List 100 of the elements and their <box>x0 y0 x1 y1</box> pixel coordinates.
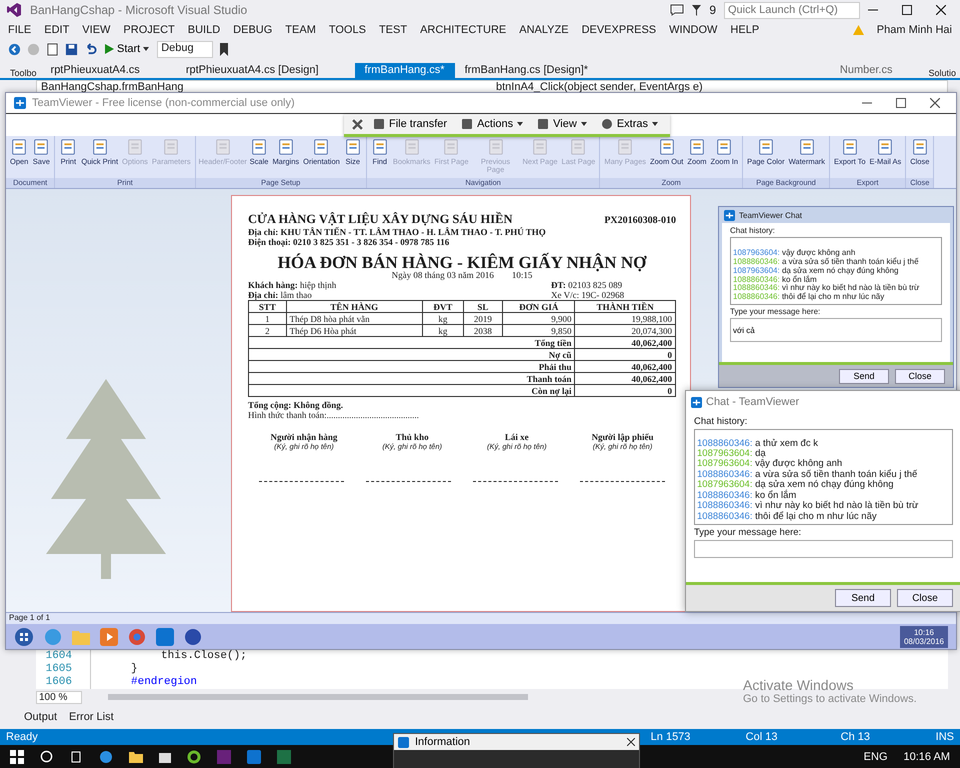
chat-message: 1087963604: dạ sửa xem nó chạy đúng không <box>697 480 895 490</box>
sender-id: 1088860346: <box>697 468 752 480</box>
menu-item[interactable]: TEST <box>378 24 408 36</box>
close-button[interactable]: Close <box>897 589 953 607</box>
new-file-icon[interactable] <box>46 42 59 56</box>
menu-item[interactable]: BUILD <box>188 24 220 36</box>
column-header: TÊN HÀNG <box>286 300 422 312</box>
back-icon[interactable] <box>8 42 21 56</box>
document-icon <box>840 138 859 156</box>
message-input[interactable] <box>694 540 953 558</box>
document-icon <box>910 138 929 156</box>
menu-item[interactable]: EDIT <box>44 24 70 36</box>
chat-message: 1088860346: a thử xem đc k <box>697 438 819 449</box>
round-app-icon[interactable] <box>184 628 202 646</box>
maximize-icon[interactable] <box>902 5 912 15</box>
user-name[interactable]: Pham Minh Hai <box>876 24 952 36</box>
menu-item[interactable]: ARCHITECTURE <box>420 24 506 36</box>
play-icon[interactable] <box>100 628 118 646</box>
app-logo-icon <box>691 396 702 408</box>
menu-item[interactable]: PROJECT <box>123 24 175 36</box>
save-icon[interactable] <box>65 42 78 56</box>
clock[interactable]: 10:16 AM <box>904 750 950 762</box>
language-indicator[interactable]: ENG <box>864 750 888 762</box>
undo-icon[interactable] <box>84 42 97 56</box>
speech-bubble-icon[interactable] <box>670 4 684 16</box>
toolbar-button[interactable]: Actions <box>457 118 528 130</box>
zoom-dropdown[interactable]: 100 % <box>36 690 82 704</box>
document-icon <box>59 138 78 156</box>
menu-item[interactable]: TOOLS <box>328 24 366 36</box>
search-circle-icon[interactable] <box>40 750 53 763</box>
vehicle-number: Xe V/c: 19C- 02968 <box>551 290 626 300</box>
chat-message: 1087963604: dạ sửa xem nó chạy đúng không <box>733 266 900 275</box>
field-label: Khách hàng: <box>248 280 298 290</box>
document-tab[interactable]: frmBanHang.cs* <box>354 63 455 78</box>
document-icon <box>312 138 330 156</box>
chat-message: 1087963604: vậy được không anh <box>733 249 856 258</box>
close-icon[interactable] <box>936 5 946 15</box>
panel-tab[interactable]: Error List <box>69 711 114 725</box>
windows-logo-icon[interactable] <box>10 750 24 764</box>
menu-item[interactable]: HELP <box>730 24 760 36</box>
maximize-icon[interactable] <box>896 98 906 108</box>
toolbar-button[interactable]: View <box>533 118 591 130</box>
menu-item[interactable]: DEBUG <box>233 24 272 36</box>
sender-id: 1087963604: <box>733 266 780 275</box>
member-dropdown[interactable]: btnInA4_Click(object sender, EventArgs e) <box>492 81 947 94</box>
send-button[interactable]: Send <box>835 589 891 607</box>
send-button[interactable]: Send <box>839 368 889 384</box>
class-dropdown[interactable]: BanHangCshap.frmBanHang <box>37 81 492 94</box>
side-panel-tab[interactable]: Solutio <box>928 68 956 78</box>
windows-orb-icon[interactable] <box>14 626 34 646</box>
start-button[interactable]: Start <box>103 43 152 55</box>
document-icon <box>32 138 50 156</box>
shop-name: CỬA HÀNG VẬT LIỆU XÂY DỰNG SÁU HIỀN <box>248 212 512 227</box>
total-label: Phải thu <box>248 360 575 372</box>
spreadsheet-icon[interactable] <box>277 750 291 764</box>
ring-icon[interactable] <box>187 750 201 764</box>
menu-item[interactable]: TEAM <box>285 24 316 36</box>
document-icon <box>402 138 421 156</box>
close-icon[interactable] <box>627 738 635 746</box>
chat-message: 1088860346: thôi để lại cho m như lúc nãy <box>733 293 886 302</box>
chat-message: 1088860346: ko ổn lắm <box>697 490 798 501</box>
document-icon <box>162 138 180 156</box>
window-title: TeamViewer Chat <box>739 210 802 220</box>
toolbar-button[interactable]: Extras <box>596 118 662 130</box>
field-label: Type your message here: <box>730 307 822 316</box>
menu-item[interactable]: ANALYZE <box>519 24 569 36</box>
window-title: BanHangCshap - Microsoft Visual Studio <box>30 3 248 17</box>
menu-item[interactable]: WINDOW <box>669 24 718 36</box>
table-cell: Thép D6 Hòa phát <box>286 324 422 336</box>
menu-item[interactable]: VIEW <box>82 24 110 36</box>
caret-icon <box>580 122 587 126</box>
panel-tab[interactable]: Output <box>24 711 58 725</box>
window-title: TeamViewer - Free license (non-commercial use only) <box>32 97 295 109</box>
document-icon <box>531 138 550 156</box>
close-icon[interactable] <box>352 118 363 130</box>
total-value: 0 <box>574 384 676 396</box>
sender-id: 1087963604: <box>697 458 752 470</box>
document-tab[interactable]: rptPhieuxuatA4.cs [Design] <box>176 63 328 78</box>
message-input[interactable]: với cả <box>730 318 942 342</box>
document-icon <box>569 138 588 156</box>
side-panel-tab[interactable]: Toolbo <box>10 68 37 78</box>
menu-item[interactable]: DEVEXPRESS <box>582 24 656 36</box>
menu-item[interactable]: FILE <box>8 24 32 36</box>
toolbar-button[interactable]: File transfer <box>369 118 452 130</box>
folder-icon[interactable] <box>129 750 143 762</box>
configuration-dropdown[interactable]: Debug <box>157 40 213 58</box>
document-tab[interactable]: frmBanHang.cs [Design]* <box>454 63 598 78</box>
document-tab[interactable]: Number.cs <box>830 63 902 78</box>
document-tab[interactable]: rptPhieuxuatA4.cs <box>40 63 150 78</box>
close-button[interactable]: Close <box>895 368 945 384</box>
table-cell: kg <box>422 312 464 324</box>
close-icon[interactable] <box>930 98 940 108</box>
total-in-words: Tổng cộng: Không đồng. <box>248 400 344 410</box>
document-icon <box>658 138 676 156</box>
bookmark-icon[interactable] <box>218 42 229 56</box>
task-view-icon[interactable] <box>69 750 83 762</box>
search-field[interactable]: Quick Launch (Ctrl+Q) <box>724 2 860 18</box>
code-line: this.Close(); <box>160 650 247 663</box>
document-icon <box>126 138 144 156</box>
sender-id: 1087963604: <box>697 448 752 459</box>
